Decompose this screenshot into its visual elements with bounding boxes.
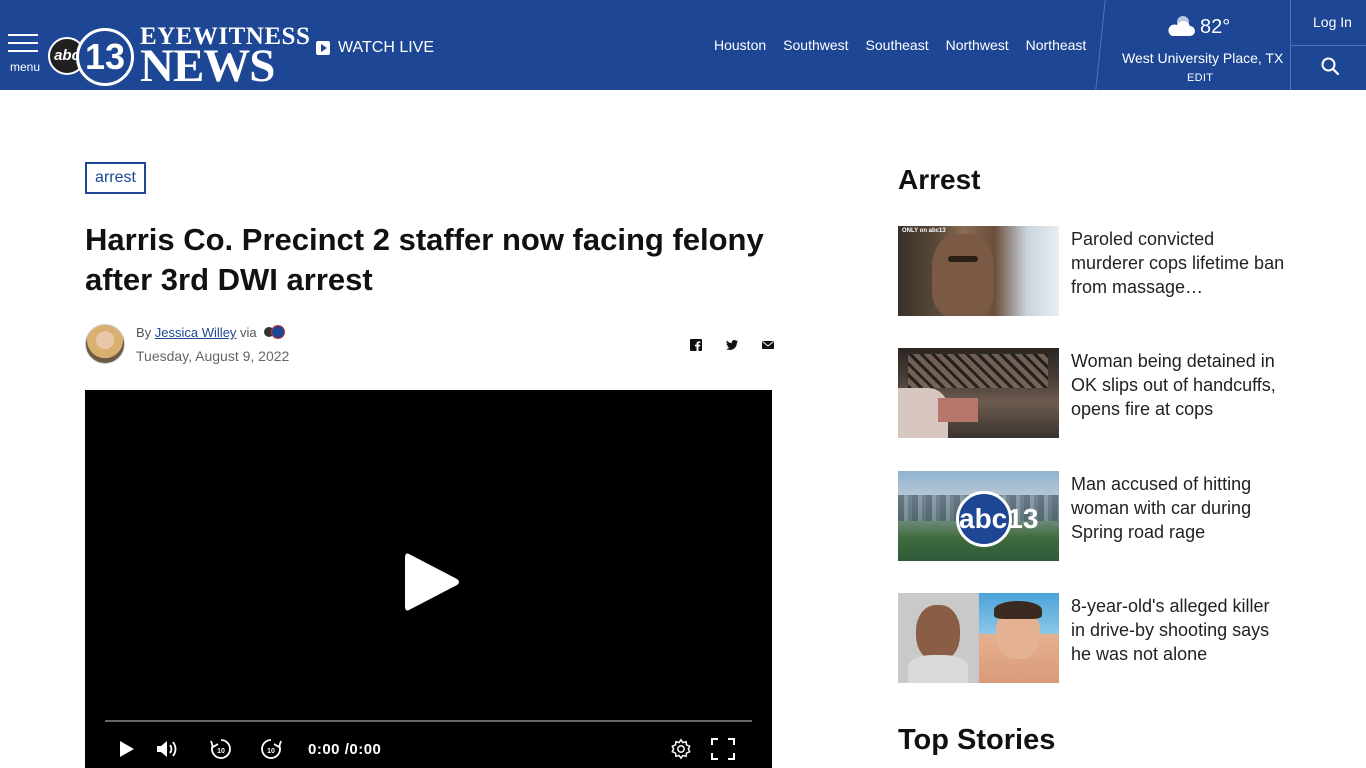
weather-edit-link[interactable]: EDIT — [1187, 72, 1213, 84]
top-stories-heading: Top Stories — [898, 724, 1056, 756]
nav-houston[interactable]: Houston — [714, 37, 766, 53]
watch-live-label: WATCH LIVE — [338, 39, 435, 56]
author-link[interactable]: Jessica Willey — [155, 325, 237, 340]
abc13-logo[interactable]: abc 13 EYEWITNESS NEWS — [48, 24, 310, 92]
hamburger-icon — [8, 34, 38, 36]
hamburger-icon-bar — [8, 42, 38, 44]
thumb-label: ONLY on abc13 — [902, 228, 946, 234]
sidebar-story[interactable]: abc13 Man accused of hitting woman with … — [898, 471, 1298, 563]
play-icon[interactable] — [118, 738, 136, 760]
weather-temperature: 82° — [1200, 16, 1231, 38]
region-nav: Houston Southwest Southeast Northwest No… — [714, 37, 1086, 53]
weather-location: West University Place, TX — [1122, 50, 1284, 66]
nav-southeast[interactable]: Southeast — [866, 37, 929, 53]
video-progress-bar[interactable] — [105, 720, 752, 722]
svg-text:10: 10 — [217, 748, 225, 755]
logo-13: 13 — [76, 28, 134, 86]
login-link[interactable]: Log In — [1313, 14, 1352, 30]
article-headline: Harris Co. Precinct 2 staffer now facing… — [85, 222, 764, 297]
sidebar-title: Arrest — [898, 164, 981, 195]
story-thumbnail: ONLY on abc13 — [898, 226, 1059, 316]
abc13-small-logo-icon — [264, 325, 286, 339]
nav-southwest[interactable]: Southwest — [783, 37, 848, 53]
menu-button[interactable]: menu — [8, 34, 40, 74]
byline-text: By Jessica Willey via — [136, 325, 286, 340]
story-title[interactable]: Woman being detained in OK slips out of … — [1071, 349, 1286, 421]
nav-northwest[interactable]: Northwest — [946, 37, 1009, 53]
watch-live-link[interactable]: WATCH LIVE — [316, 38, 434, 58]
story-title[interactable]: Paroled convicted murderer cops lifetime… — [1071, 227, 1286, 299]
rewind-10-icon[interactable]: 10 — [209, 738, 233, 760]
author-avatar[interactable] — [85, 324, 125, 364]
site-header: menu abc 13 EYEWITNESS NEWS WATCH LIVE H… — [0, 0, 1366, 90]
logo-news: NEWS — [140, 40, 275, 92]
volume-icon[interactable] — [155, 738, 181, 760]
menu-label: menu — [10, 60, 41, 74]
fullscreen-icon[interactable] — [711, 738, 735, 760]
story-thumbnail — [898, 348, 1059, 438]
article-date: Tuesday, August 9, 2022 — [136, 348, 290, 364]
article-tag[interactable]: arrest — [85, 162, 146, 194]
hamburger-icon-bar — [8, 50, 38, 52]
svg-text:10: 10 — [267, 748, 275, 755]
story-thumbnail — [898, 593, 1059, 683]
story-title[interactable]: 8-year-old's alleged killer in drive-by … — [1071, 594, 1286, 666]
sidebar-story[interactable]: ONLY on abc13 Paroled convicted murderer… — [898, 226, 1298, 318]
story-title[interactable]: Man accused of hitting woman with car du… — [1071, 472, 1286, 544]
big-play-icon[interactable] — [403, 550, 461, 614]
video-player[interactable]: 10 10 0:00 /0:00 — [85, 390, 772, 768]
sidebar-story[interactable]: Woman being detained in OK slips out of … — [898, 348, 1298, 440]
thumb-label: abc13 — [956, 491, 1038, 547]
video-time: 0:00 /0:00 — [308, 741, 382, 758]
account-divider — [1291, 45, 1366, 46]
play-icon — [316, 41, 330, 55]
weather-widget[interactable]: 82° West University Place, TX EDIT — [1110, 0, 1290, 90]
nav-northeast[interactable]: Northeast — [1026, 37, 1087, 53]
byline-via: via — [240, 325, 257, 340]
partly-cloudy-icon — [1168, 16, 1195, 36]
share-buttons — [689, 338, 775, 352]
facebook-icon[interactable] — [689, 338, 703, 352]
forward-10-icon[interactable]: 10 — [259, 738, 283, 760]
search-icon[interactable] — [1321, 57, 1339, 75]
account-panel: Log In — [1290, 0, 1366, 90]
settings-icon[interactable] — [669, 738, 693, 760]
sidebar-story[interactable]: 8-year-old's alleged killer in drive-by … — [898, 593, 1298, 685]
twitter-icon[interactable] — [725, 338, 739, 352]
byline-prefix: By — [136, 325, 152, 340]
story-thumbnail: abc13 — [898, 471, 1059, 561]
email-icon[interactable] — [761, 338, 775, 352]
byline: By Jessica Willey via Tuesday, August 9,… — [85, 324, 785, 368]
